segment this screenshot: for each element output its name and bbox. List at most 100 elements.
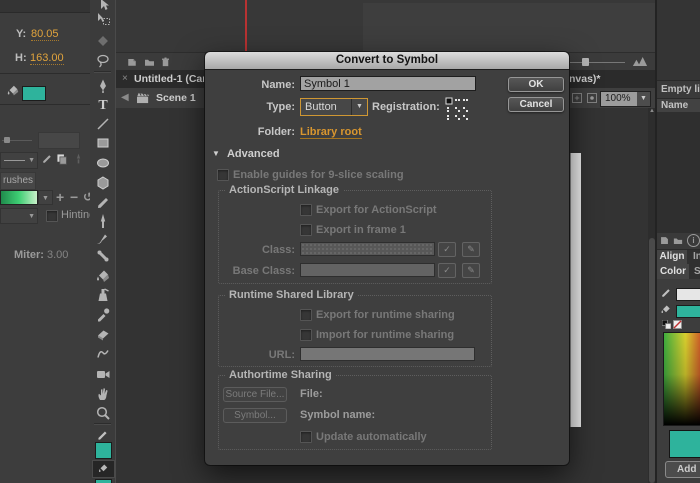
class-input — [300, 242, 435, 256]
new-folder-icon[interactable] — [672, 235, 684, 246]
stroke-color-pencil-icon[interactable] — [660, 287, 672, 299]
brushes-section-header[interactable]: rushes — [0, 172, 36, 190]
brush-option-icon[interactable] — [72, 152, 85, 165]
tab-swatches[interactable]: Sw — [694, 266, 700, 277]
paint-bucket-tool[interactable] — [90, 267, 115, 285]
paintbrush-tool[interactable] — [90, 229, 115, 247]
new-symbol-icon[interactable] — [659, 235, 670, 246]
update-automatically-checkbox[interactable] — [300, 431, 312, 443]
stroke-color-swatch[interactable] — [95, 442, 112, 459]
new-folder-icon[interactable] — [143, 56, 156, 68]
tab-close-icon[interactable]: × — [122, 73, 128, 84]
scene-name-breadcrumb[interactable]: Scene 1 — [156, 92, 196, 104]
brush-dropdown-arrow[interactable]: ▼ — [38, 190, 53, 205]
pencil-tool[interactable] — [90, 194, 115, 212]
color-spectrum-picker[interactable] — [663, 332, 700, 426]
black-white-default-icon[interactable] — [662, 320, 671, 329]
line-tool[interactable] — [90, 115, 115, 133]
type-dropdown-arrow-icon[interactable]: ▼ — [351, 99, 367, 115]
align-info-tab-row: Align In — [657, 250, 700, 265]
y-position-value[interactable]: 80.05 — [31, 28, 59, 41]
export-in-frame1-checkbox[interactable] — [300, 224, 312, 236]
text-tool[interactable]: T — [90, 95, 115, 113]
document-tab-title-fragment[interactable]: nvas)* — [569, 73, 601, 85]
registration-grid[interactable] — [445, 97, 468, 120]
zoom-tool[interactable] — [90, 404, 115, 422]
hinting-checkbox[interactable] — [46, 210, 58, 222]
fill-color-bucket-icon[interactable] — [660, 304, 672, 316]
current-color-preview-swatch[interactable] — [669, 430, 700, 458]
ink-bottle-tool[interactable] — [90, 286, 115, 304]
folder-link[interactable]: Library root — [300, 126, 362, 139]
library-item-list[interactable] — [657, 112, 700, 233]
deco-tool[interactable] — [90, 344, 115, 362]
eraser-tool[interactable] — [90, 324, 115, 342]
stroke-weight-slider-knob[interactable] — [4, 137, 10, 143]
export-for-actionscript-checkbox[interactable] — [300, 204, 312, 216]
library-header: Empty libra — [661, 84, 700, 95]
add-swatch-button[interactable]: Add — [665, 461, 700, 478]
gradient-transform-tool[interactable] — [90, 32, 115, 50]
subselection-tool[interactable] — [90, 10, 115, 28]
brush-preview-gradient[interactable] — [0, 190, 38, 205]
zoom-level-combo[interactable]: 100% ▼ — [600, 91, 651, 107]
edit-scene-icon[interactable] — [571, 92, 583, 104]
type-dropdown[interactable]: Button ▼ — [300, 98, 368, 116]
edit-symbols-icon[interactable] — [586, 92, 598, 104]
fill-color-swatch[interactable] — [22, 86, 46, 101]
stroke-style-dropdown[interactable]: ▼ — [0, 152, 38, 169]
delete-layer-trash-icon[interactable] — [160, 56, 171, 68]
export-runtime-checkbox[interactable] — [300, 309, 312, 321]
lasso-tool[interactable] — [90, 52, 115, 70]
stage-canvas[interactable] — [570, 153, 581, 427]
right-dock: Empty libra Name i Align In Color Sw — [655, 0, 700, 483]
rectangle-tool[interactable] — [90, 134, 115, 152]
h-height-value[interactable]: 163.00 — [30, 52, 64, 65]
hand-tool[interactable] — [90, 385, 115, 403]
enable-guides-label: Enable guides for 9-slice scaling — [233, 169, 404, 181]
frame-size-icon[interactable] — [632, 56, 648, 67]
fill-color-swatch-bottom[interactable] — [95, 479, 112, 483]
timeline-frames-area[interactable] — [363, 3, 656, 52]
tab-color[interactable]: Color — [657, 264, 689, 279]
dialog-title-bar[interactable]: Convert to Symbol — [205, 52, 569, 70]
cancel-button[interactable]: Cancel — [508, 97, 564, 112]
tab-align[interactable]: Align — [657, 250, 687, 264]
cap-style-dropdown[interactable]: ▼ — [0, 208, 38, 224]
base-class-input — [300, 263, 435, 277]
bone-tool[interactable] — [90, 247, 115, 265]
symbol-button-label: Symbol... — [234, 410, 276, 421]
stroke-color-swatch[interactable] — [676, 288, 700, 301]
convert-to-symbol-dialog: Convert to Symbol Name: OK Type: Button … — [205, 52, 569, 465]
runtime-shared-library-legend: Runtime Shared Library — [225, 289, 358, 302]
tab-info[interactable]: In — [693, 251, 700, 262]
library-properties-info-icon[interactable]: i — [687, 234, 700, 247]
stroke-weight-field[interactable] — [38, 132, 80, 149]
ok-button[interactable]: OK — [508, 77, 564, 92]
frame-view-slider-knob[interactable] — [582, 58, 589, 66]
symbol-name-input[interactable] — [300, 76, 476, 91]
back-arrow-icon[interactable]: ◀ — [121, 92, 129, 103]
brush-tool[interactable] — [90, 212, 115, 230]
fill-color-swatch[interactable] — [676, 305, 700, 318]
enable-guides-checkbox[interactable] — [217, 169, 229, 181]
add-brush-icon[interactable]: + — [56, 189, 64, 205]
import-runtime-checkbox[interactable] — [300, 329, 312, 341]
new-layer-icon[interactable] — [126, 56, 138, 68]
registration-label: Registration: — [372, 101, 440, 113]
oval-tool[interactable] — [90, 154, 115, 172]
miter-value[interactable]: 3.00 — [47, 249, 68, 261]
timeline-playhead[interactable] — [245, 0, 247, 52]
eyedropper-tool[interactable] — [90, 305, 115, 323]
edit-stroke-style-icon[interactable] — [41, 153, 53, 165]
fill-bucket-icon[interactable] — [6, 84, 20, 98]
pen-tool[interactable] — [90, 77, 115, 95]
remove-brush-icon[interactable]: − — [70, 189, 78, 205]
advanced-disclosure[interactable]: ▼ Advanced — [212, 148, 280, 160]
copy-stroke-icon[interactable] — [55, 152, 68, 165]
fill-color-control[interactable] — [92, 460, 115, 478]
no-color-icon[interactable] — [673, 320, 682, 329]
zoom-combo-arrow[interactable]: ▼ — [637, 92, 650, 106]
polystar-tool[interactable] — [90, 174, 115, 192]
camera-tool[interactable] — [90, 365, 115, 383]
